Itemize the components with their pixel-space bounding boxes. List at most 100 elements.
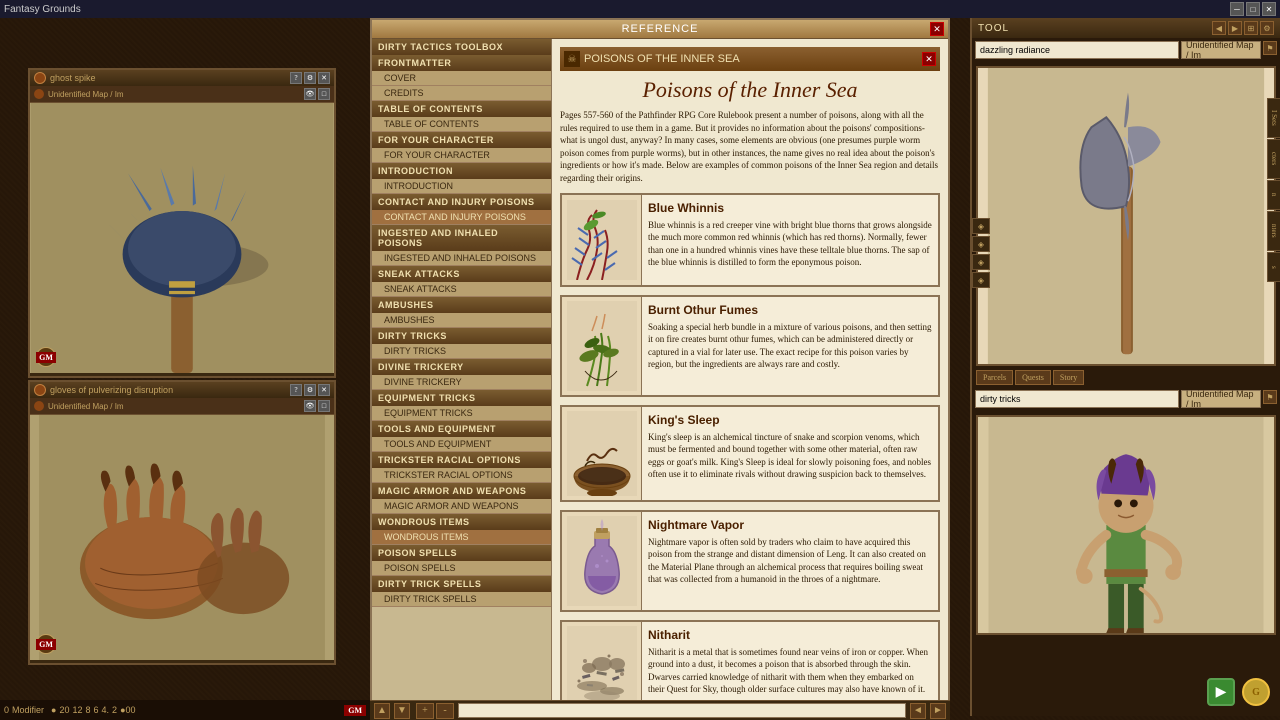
ghost-spike-config[interactable]: ⚙ (304, 72, 316, 84)
sidebar-magic-armor[interactable]: MAGIC ARMOR AND WEAPONS (372, 499, 551, 514)
sidebar-ingested-header[interactable]: INGESTED AND INHALED POISONS (372, 225, 551, 251)
blue-whinnis-svg (567, 200, 637, 280)
sidebar-wondrous-header[interactable]: WONDROUS ITEMS (372, 514, 551, 530)
nav-up-button[interactable]: ▲ (374, 703, 390, 719)
tool-map-label-1: Unidentified Map / Im (1181, 41, 1261, 59)
sidebar-poison-spells-header[interactable]: POISON SPELLS (372, 545, 551, 561)
gloves-illustration (30, 415, 334, 660)
sidebar-contact-poisons[interactable]: CONTACT AND INJURY POISONS (372, 210, 551, 225)
tool-icon-4[interactable]: ◈ (972, 272, 990, 288)
gloves-question[interactable]: ? (290, 384, 302, 396)
sidebar-ambush-header[interactable]: AMBUSHES (372, 297, 551, 313)
reference-sidebar: DIRTY TACTICS TOOLBOX FRONTMATTER COVER … (372, 39, 552, 714)
sidebar-frontmatter[interactable]: FRONTMATTER (372, 55, 551, 71)
nightmare-vapor-name: Nightmare Vapor (648, 518, 932, 532)
label-characters[interactable]: cters (1267, 139, 1280, 179)
sidebar-tools-header[interactable]: TOOLS AND EQUIPMENT (372, 421, 551, 437)
tool-btn-1[interactable]: ◀ (1212, 21, 1226, 35)
tool-icon-1[interactable]: ◈ (972, 218, 990, 234)
play-button[interactable]: ▶ (1207, 678, 1235, 706)
poison-close-button[interactable]: ✕ (922, 52, 936, 66)
tool-btn-2[interactable]: ▶ (1228, 21, 1242, 35)
sidebar-equipment[interactable]: EQUIPMENT TRICKS (372, 406, 551, 421)
poison-intro: Pages 557-560 of the Pathfinder RPG Core… (560, 109, 940, 185)
sidebar-credits[interactable]: CREDITS (372, 86, 551, 101)
sidebar-dirty-tricks[interactable]: DIRTY TRICKS (372, 344, 551, 359)
sidebar-toc[interactable]: TABLE OF CONTENTS (372, 117, 551, 132)
minimize-button[interactable]: ─ (1230, 2, 1244, 16)
gloves-config[interactable]: ⚙ (304, 384, 316, 396)
close-button[interactable]: ✕ (1262, 2, 1276, 16)
ghost-spike-question[interactable]: ? (290, 72, 302, 84)
sidebar-sneak[interactable]: SNEAK ATTACKS (372, 282, 551, 297)
tool-icon-2[interactable]: ◈ (972, 236, 990, 252)
sidebar-tools[interactable]: TOOLS AND EQUIPMENT (372, 437, 551, 452)
sidebar-character-header[interactable]: FOR YOUR CHARACTER (372, 132, 551, 148)
tool-btn-3[interactable]: ⊞ (1244, 21, 1258, 35)
tool-btn-4[interactable]: ⚙ (1260, 21, 1274, 35)
gold-coin-icon[interactable]: G (1242, 678, 1270, 706)
gloves-title: gloves of pulverizing disruption (50, 385, 173, 395)
gloves-controls: ? ⚙ ✕ (290, 384, 330, 396)
tool-addon-icon-2[interactable]: ⚑ (1263, 390, 1277, 404)
gloves-eye[interactable]: 👁 (304, 400, 316, 412)
tool-icon-3[interactable]: ◈ (972, 254, 990, 270)
tool-addon-icon[interactable]: ⚑ (1263, 41, 1277, 55)
reference-bottom-bar: ▲ ▼ + - ◄ ► (370, 700, 950, 720)
sidebar-ingested[interactable]: INGESTED AND INHALED POISONS (372, 251, 551, 266)
sidebar-contact-poisons-header[interactable]: CONTACT AND INJURY POISONS (372, 194, 551, 210)
blue-whinnis-name: Blue Whinnis (648, 201, 932, 215)
sidebar-toc-header[interactable]: TABLE OF CONTENTS (372, 101, 551, 117)
ref-nav-left[interactable]: ◄ (910, 703, 926, 719)
sidebar-sneak-header[interactable]: SNEAK ATTACKS (372, 266, 551, 282)
sidebar-wondrous[interactable]: WONDROUS ITEMS (372, 530, 551, 545)
sidebar-intro[interactable]: INTRODUCTION (372, 179, 551, 194)
maximize-button[interactable]: □ (1246, 2, 1260, 16)
sidebar-intro-header[interactable]: INTRODUCTION (372, 163, 551, 179)
kings-sleep-image (562, 407, 642, 500)
tool-title: Tool (978, 23, 1009, 34)
sidebar-dirty-tricks-header[interactable]: DIRTY TRICKS (372, 328, 551, 344)
sidebar-cover[interactable]: COVER (372, 71, 551, 86)
gloves-close[interactable]: ✕ (318, 384, 330, 396)
label-s[interactable]: s (1267, 252, 1280, 282)
quests-button[interactable]: Quests (1015, 370, 1051, 385)
reference-close-button[interactable]: ✕ (930, 22, 944, 36)
reference-search-input[interactable] (458, 703, 906, 718)
label-n[interactable]: n (1267, 180, 1280, 210)
ghost-spike-close[interactable]: ✕ (318, 72, 330, 84)
gloves-map-btn[interactable]: □ (318, 400, 330, 412)
right-char-panel-2 (976, 415, 1276, 635)
sidebar-racial-header[interactable]: TRICKSTER RACIAL OPTIONS (372, 452, 551, 468)
tool-search-input-2[interactable] (975, 390, 1179, 408)
sidebar-magic-armor-header[interactable]: MAGIC ARMOR AND WEAPONS (372, 483, 551, 499)
bottom-icon-1[interactable]: + (416, 703, 434, 719)
label-sets[interactable]: I Sets (1267, 98, 1280, 138)
ref-nav-right[interactable]: ► (930, 703, 946, 719)
tool-search-input-1[interactable] (975, 41, 1179, 59)
ghost-spike-map-btn[interactable]: □ (318, 88, 330, 100)
ghost-spike-title: ghost spike (50, 73, 96, 83)
sidebar-divine[interactable]: DIVINE TRICKERY (372, 375, 551, 390)
story-button[interactable]: Story (1053, 370, 1084, 385)
sidebar-divine-header[interactable]: DIVINE TRICKERY (372, 359, 551, 375)
bottom-icon-2[interactable]: - (436, 703, 454, 719)
sidebar-ambush[interactable]: AMBUSHES (372, 313, 551, 328)
label-nters[interactable]: nters (1267, 211, 1280, 251)
ghost-spike-eye[interactable]: 👁 (304, 88, 316, 100)
sidebar-equipment-header[interactable]: EQUIPMENT TRICKS (372, 390, 551, 406)
gloves-panel: gloves of pulverizing disruption ? ⚙ ✕ U… (28, 380, 336, 665)
blue-whinnis-details: Blue Whinnis Blue whinnis is a red creep… (642, 195, 938, 285)
window-controls: ─ □ ✕ (1230, 2, 1276, 16)
parcels-button[interactable]: Parcels (976, 370, 1013, 385)
kings-sleep-entry: King's Sleep King's sleep is an alchemic… (560, 405, 940, 502)
sidebar-poison-spells[interactable]: POISON SPELLS (372, 561, 551, 576)
sidebar-trick-spells[interactable]: DIRTY TRICK SPELLS (372, 592, 551, 607)
nav-down-button[interactable]: ▼ (394, 703, 410, 719)
sidebar-character[interactable]: FOR YOUR CHARACTER (372, 148, 551, 163)
sidebar-racial[interactable]: TRICKSTER RACIAL OPTIONS (372, 468, 551, 483)
app-title: Fantasy Grounds (4, 4, 81, 15)
sidebar-main-title[interactable]: DIRTY TACTICS TOOLBOX (372, 39, 551, 55)
reference-header: Reference ✕ (372, 20, 948, 39)
sidebar-trick-spells-header[interactable]: DIRTY TRICK SPELLS (372, 576, 551, 592)
